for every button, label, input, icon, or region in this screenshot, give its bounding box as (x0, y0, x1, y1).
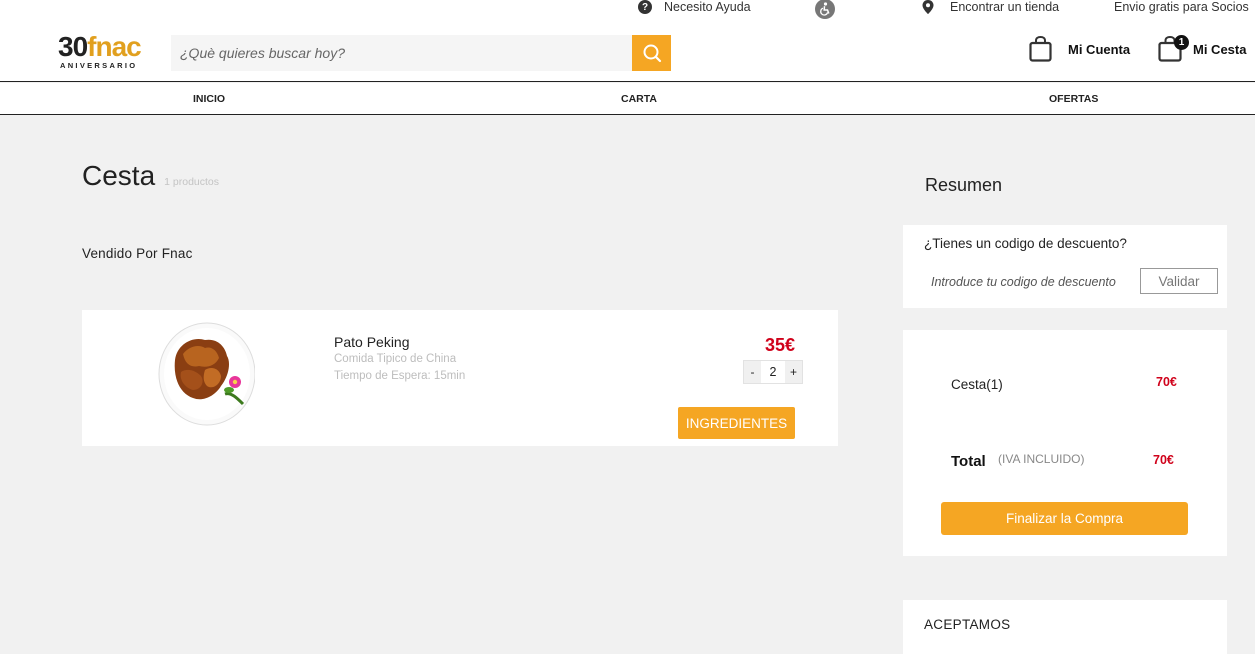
location-pin-icon (922, 0, 934, 14)
logo-tagline: ANIVERSARIO (60, 61, 138, 70)
free-shipping-link[interactable]: Envio gratis para Socios (1114, 0, 1249, 14)
basket-count-badge: 1 (1174, 35, 1189, 50)
product-price: 35€ (764, 335, 795, 355)
nav-item-carta[interactable]: CARTA (621, 93, 657, 105)
header: ? Necesito Ayuda Encontrar un tienda Env… (0, 0, 1255, 82)
free-shipping-label: Envio gratis para Socios (1114, 0, 1249, 14)
discount-code-input[interactable] (931, 271, 1131, 293)
accessibility-link[interactable] (815, 0, 835, 19)
discount-question: ¿Tienes un codigo de descuento? (924, 236, 1127, 251)
basket-subtotal-label: Cesta(1) (951, 377, 1003, 392)
fnac-logo[interactable]: 30fnac ANIVERSARIO (58, 32, 162, 71)
discount-panel: ¿Tienes un codigo de descuento? Validar (903, 225, 1227, 308)
totals-panel: Cesta(1) 70€ Total (IVA INCLUIDO) 70€ Fi… (903, 330, 1227, 556)
product-count: 1 productos (164, 176, 220, 188)
help-link[interactable]: ? Necesito Ayuda (638, 0, 751, 14)
tax-note: (IVA INCLUIDO) (998, 452, 1085, 466)
basket-label: Mi Cesta (1193, 41, 1247, 57)
product-wait-time: Tiempo de Espera: 15min (334, 370, 466, 382)
validate-button[interactable]: Validar (1140, 268, 1218, 294)
accessibility-icon (815, 0, 835, 19)
quantity-value[interactable]: 2 (761, 361, 785, 383)
search-button[interactable] (632, 35, 671, 71)
accepted-payments-label: ACEPTAMOS (924, 617, 1011, 632)
account-label: Mi Cuenta (1068, 41, 1131, 57)
store-locator-link[interactable]: Encontrar un tienda (922, 0, 1059, 14)
ingredients-button[interactable]: INGREDIENTES (678, 407, 795, 439)
nav-item-ofertas[interactable]: OFERTAS (1049, 93, 1098, 105)
cart-heading: Cesta 1 productos (82, 160, 219, 192)
nav-item-inicio[interactable]: INICIO (193, 93, 225, 105)
account-link[interactable]: Mi Cuenta (1029, 36, 1130, 62)
help-icon: ? (638, 0, 652, 14)
seller-label: Vendido Por Fnac (82, 246, 193, 261)
store-locator-label: Encontrar un tienda (950, 0, 1060, 14)
search-bar (171, 35, 671, 71)
checkout-button[interactable]: Finalizar la Compra (941, 502, 1188, 535)
search-icon (643, 44, 661, 63)
product-description: Comida Tipico de China (334, 353, 457, 365)
product-image[interactable] (155, 320, 255, 426)
quantity-stepper: - 2 + (743, 360, 803, 384)
basket-subtotal-value: 70€ (1156, 375, 1177, 389)
increase-quantity-button[interactable]: + (785, 361, 802, 383)
help-link-label: Necesito Ayuda (664, 0, 751, 14)
page-title: Cesta (82, 160, 156, 191)
payment-methods-panel: ACEPTAMOS (903, 600, 1227, 654)
decrease-quantity-button[interactable]: - (744, 361, 761, 383)
product-name[interactable]: Pato Peking (334, 334, 410, 350)
total-value: 70€ (1153, 453, 1174, 467)
basket-link[interactable]: 1 Mi Cesta (1158, 35, 1247, 62)
main-nav: INICIO CARTA OFERTAS (0, 83, 1255, 115)
logo-wordmark: 30fnac (58, 31, 142, 62)
cart-item: Pato Peking Comida Tipico de China Tiemp… (82, 310, 838, 446)
account-bag-icon (1029, 36, 1052, 62)
search-input[interactable] (171, 35, 631, 71)
total-label: Total (951, 453, 986, 470)
summary-title: Resumen (925, 175, 1003, 195)
